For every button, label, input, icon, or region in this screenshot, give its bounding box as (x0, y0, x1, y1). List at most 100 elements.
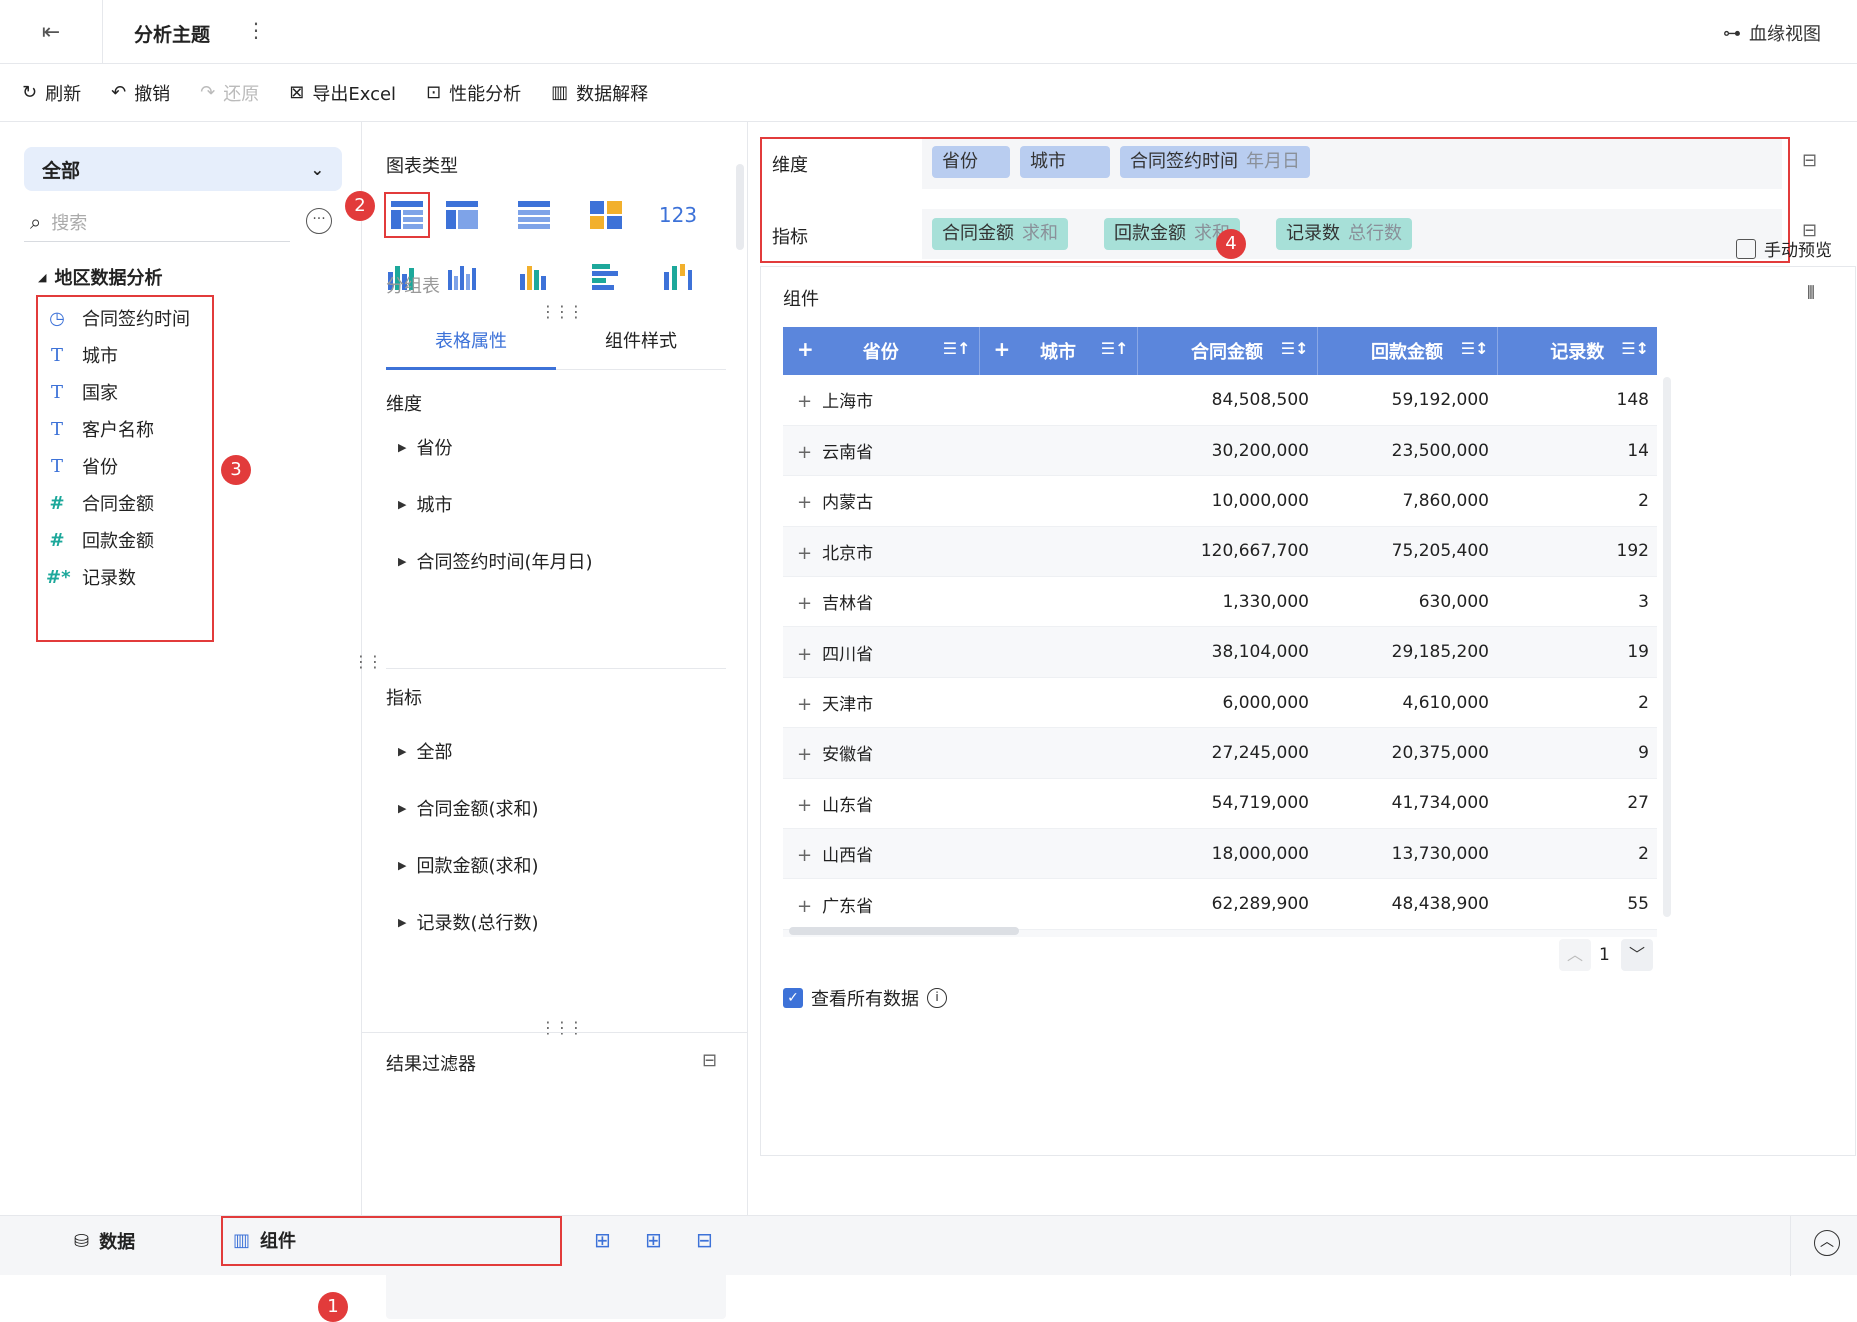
resize-handle[interactable]: ⋮⋮⋮ (540, 302, 584, 321)
measure-item[interactable]: ▶ 回款金额(求和) (398, 852, 539, 878)
performance-button[interactable]: ⊡ 性能分析 (426, 80, 521, 106)
dimension-item[interactable]: ▶ 城市 (398, 491, 452, 517)
filter-settings-icon[interactable]: ⊟ (702, 1050, 717, 1071)
view-all-data-toggle[interactable]: ✓ 查看所有数据 i (783, 985, 947, 1011)
measure-chip[interactable]: 合同金额 求和 (932, 218, 1068, 250)
redo-button[interactable]: ↷ 还原 (200, 80, 259, 106)
export-excel-button[interactable]: ⊠ 导出Excel (289, 80, 396, 106)
field-item[interactable]: #* 记录数 (46, 564, 136, 590)
add-dashboard-icon[interactable]: ⊞ (645, 1228, 662, 1252)
column-header-city[interactable]: + 城市 ☰↑ (979, 327, 1138, 375)
table-row[interactable]: + 内蒙古 10,000,000 7,860,000 2 (783, 475, 1657, 527)
table-row[interactable]: + 山东省 54,719,000 41,734,000 27 (783, 778, 1657, 830)
detail-table-chart-icon[interactable] (516, 197, 552, 233)
checkbox-checked[interactable]: ✓ (783, 988, 803, 1008)
column-header-record-count[interactable]: 记录数 ☰↕ (1497, 327, 1657, 375)
cross-table-chart-icon[interactable] (444, 197, 480, 233)
expand-icon[interactable]: + (797, 744, 812, 765)
checkbox[interactable] (1736, 238, 1756, 259)
measure-item[interactable]: ▶ 合同金额(求和) (398, 795, 539, 821)
stacked-column-chart-icon[interactable] (660, 259, 696, 295)
table-row[interactable]: + 北京市 120,667,700 75,205,400 192 (783, 526, 1657, 578)
expand-icon[interactable]: + (797, 896, 812, 917)
sort-icon[interactable]: ☰↕ (1281, 339, 1309, 358)
number-chart-icon[interactable]: 123 (659, 197, 697, 233)
field-item[interactable]: T 客户名称 (46, 416, 154, 442)
measure-item[interactable]: ▶ 全部 (398, 738, 452, 764)
table-row[interactable]: + 广东省 62,289,900 48,438,900 55 (783, 878, 1657, 930)
table-group[interactable]: ◢ 地区数据分析 (38, 264, 162, 290)
tab-component[interactable]: ▥ 组件 (221, 1216, 562, 1266)
measure-chip[interactable]: 记录数 总行数 (1276, 218, 1412, 250)
database-icon: ⛁ (74, 1230, 90, 1252)
dimension-settings-icon[interactable]: ⊟ (1802, 150, 1817, 171)
table-row[interactable]: + 上海市 84,508,500 59,192,000 148 (783, 375, 1657, 426)
exit-icon[interactable]: ⇤ (36, 18, 66, 48)
expand-icon[interactable]: + (797, 492, 812, 513)
collapse-up-icon[interactable]: ︿ (1814, 1230, 1840, 1256)
more-options-icon[interactable]: ··· (306, 208, 332, 234)
kpi-card-chart-icon[interactable] (588, 197, 624, 233)
dimension-chip[interactable]: 城市 (1020, 146, 1110, 178)
field-item[interactable]: # 回款金额 (46, 527, 154, 553)
expand-icon[interactable]: + (797, 593, 812, 614)
undo-button[interactable]: ↶ 撤销 (111, 80, 170, 106)
chart-settings-icon[interactable]: ⦀ (1807, 283, 1815, 304)
info-icon[interactable]: i (927, 988, 947, 1008)
column-header-contract-amount[interactable]: 合同金额 ☰↕ (1137, 327, 1318, 375)
manual-preview-toggle[interactable]: 手动预览 (1736, 236, 1832, 261)
add-component-icon[interactable]: ⊞ (594, 1228, 611, 1252)
field-item[interactable]: T 国家 (46, 379, 118, 405)
scope-select[interactable]: 全部 ⌄ (24, 147, 342, 191)
lineage-view-button[interactable]: ⊶ 血缘视图 (1723, 20, 1821, 46)
field-item[interactable]: ◷ 合同签约时间 (46, 305, 190, 331)
field-item[interactable]: T 城市 (46, 342, 118, 368)
dimension-item[interactable]: ▶ 省份 (398, 434, 452, 460)
field-item[interactable]: T 省份 (46, 453, 118, 479)
table-row[interactable]: + 四川省 38,104,000 29,185,200 19 (783, 626, 1657, 678)
table-row[interactable]: + 云南省 30,200,000 23,500,000 14 (783, 425, 1657, 477)
multi-column-chart-icon[interactable] (516, 259, 552, 295)
bar-chart-icon[interactable] (588, 259, 624, 295)
dimension-chip[interactable]: 合同签约时间 年月日 (1120, 146, 1310, 178)
dimension-item[interactable]: ▶ 合同签约时间(年月日) (398, 548, 593, 574)
expand-icon[interactable]: + (797, 391, 812, 412)
search-input[interactable]: ⌕ 搜索 (24, 202, 290, 242)
vertical-scrollbar[interactable] (1663, 377, 1671, 917)
page-down-button[interactable]: ﹀ (1621, 939, 1653, 971)
dimension-chip[interactable]: 省份 (932, 146, 1010, 178)
sort-icon[interactable]: ☰↕ (1461, 339, 1489, 358)
horizontal-scrollbar[interactable] (789, 927, 1019, 935)
column-chart-icon[interactable] (444, 259, 480, 295)
group-table-chart-icon[interactable] (384, 192, 430, 238)
table-row[interactable]: + 天津市 6,000,000 4,610,000 2 (783, 677, 1657, 729)
explain-button[interactable]: ▥ 数据解释 (551, 80, 648, 106)
expand-icon[interactable]: + (797, 845, 812, 866)
expand-icon[interactable]: + (797, 795, 812, 816)
expand-icon[interactable]: + (797, 644, 812, 665)
column-header-payment-amount[interactable]: 回款金额 ☰↕ (1317, 327, 1498, 375)
more-icon[interactable]: ⋮ (246, 18, 266, 42)
tab-data[interactable]: ⛁ 数据 (74, 1228, 135, 1254)
table-row[interactable]: + 安徽省 27,245,000 20,375,000 9 (783, 727, 1657, 779)
expand-icon[interactable]: + (797, 442, 812, 463)
tab-component-style[interactable]: 组件样式 (556, 322, 726, 370)
sort-icon[interactable]: ☰↑ (943, 339, 971, 358)
add-report-icon[interactable]: ⊟ (696, 1228, 713, 1252)
tab-table-properties[interactable]: 表格属性 (386, 322, 556, 370)
refresh-button[interactable]: ↻ 刷新 (22, 80, 81, 106)
page-up-button[interactable]: ︿ (1559, 939, 1591, 971)
expand-icon[interactable]: + (797, 694, 812, 715)
table-row[interactable]: + 吉林省 1,330,000 630,000 3 (783, 576, 1657, 628)
chart-list-scrollbar[interactable] (736, 164, 744, 250)
expand-icon[interactable]: + (994, 337, 1011, 361)
expand-icon[interactable]: + (797, 337, 814, 361)
field-item[interactable]: # 合同金额 (46, 490, 154, 516)
sort-icon[interactable]: ☰↑ (1101, 339, 1129, 358)
expand-icon[interactable]: + (797, 543, 812, 564)
sort-icon[interactable]: ☰↕ (1621, 339, 1649, 358)
table-row[interactable]: + 山西省 18,000,000 13,730,000 2 (783, 828, 1657, 880)
resize-handle[interactable]: ⋮⋮⋮ (540, 1018, 584, 1037)
column-header-province[interactable]: + 省份 ☰↑ (783, 327, 980, 375)
measure-item[interactable]: ▶ 记录数(总行数) (398, 909, 539, 935)
